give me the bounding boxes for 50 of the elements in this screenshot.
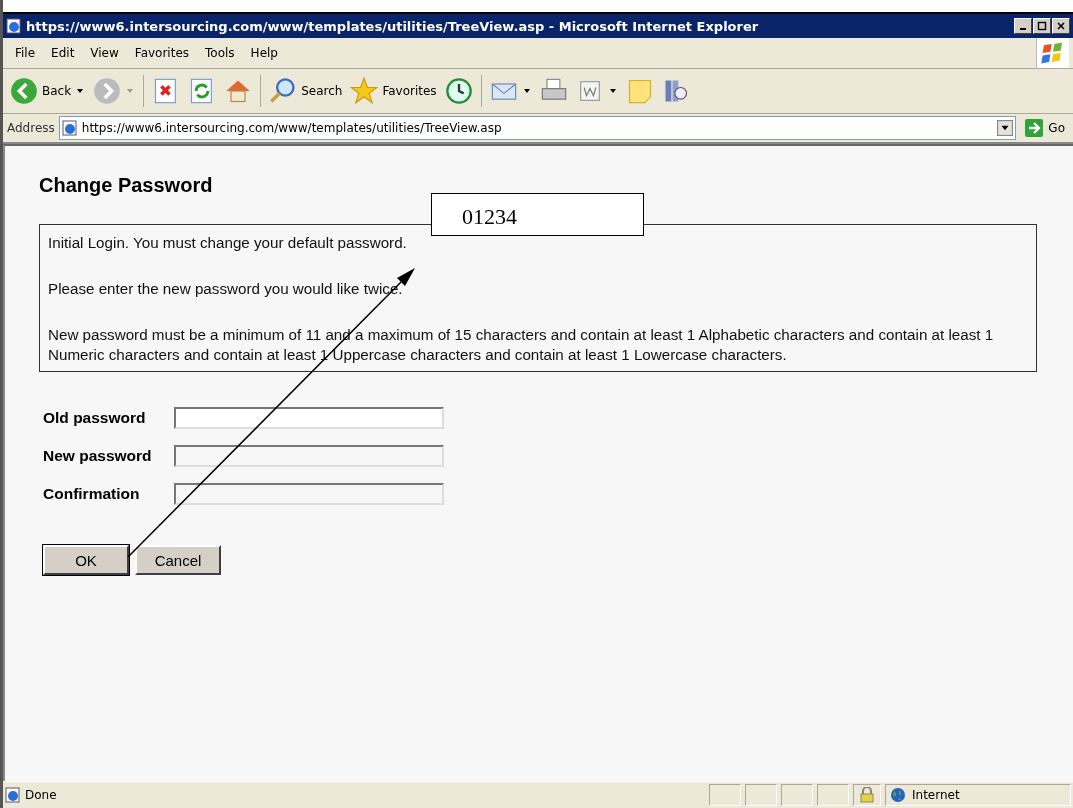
field-label: Old password	[43, 409, 147, 427]
address-field[interactable]: https://www6.intersourcing.com/www/templates/utilities/TreeView.asp	[58, 116, 1017, 140]
lock-icon	[860, 787, 874, 803]
field-label: New password	[43, 447, 153, 465]
toolbar-button[interactable]: Back	[7, 75, 75, 107]
caret-icon[interactable]	[76, 87, 85, 95]
address-label: Address	[7, 121, 55, 135]
status-panel	[781, 784, 813, 806]
menu-item[interactable]: Edit	[43, 46, 83, 60]
toolbar-button[interactable]: Search	[266, 75, 346, 107]
field-label: Confirmation	[43, 485, 141, 503]
caret-icon[interactable]	[522, 87, 531, 95]
page-icon	[61, 120, 78, 136]
go-button[interactable]: Go	[1020, 118, 1069, 138]
maximize-button[interactable]	[1033, 18, 1051, 34]
window-title: https://www6.intersourcing.com/www/templates/utilities/TreeView.asp - Microsoft Internet Explorer	[26, 18, 759, 34]
search-icon	[269, 77, 298, 105]
menu-item[interactable]: Tools	[197, 46, 243, 60]
clock-icon	[444, 77, 473, 105]
password-field[interactable]	[174, 445, 444, 467]
password-field[interactable]	[174, 407, 444, 429]
status-panel	[817, 784, 849, 806]
status-text: Done	[25, 788, 57, 802]
minimize-button[interactable]	[1014, 18, 1032, 34]
info-text: Initial Login. You must change your default password.	[48, 233, 408, 253]
status-panel	[745, 784, 777, 806]
form-button[interactable]: Cancel	[135, 545, 221, 575]
zone-text: Internet	[912, 788, 960, 802]
status-panel	[709, 784, 741, 806]
minimize-icon	[1020, 28, 1026, 30]
globe-icon	[890, 787, 906, 803]
password-field[interactable]	[174, 483, 444, 505]
menu-item[interactable]: Help	[242, 46, 286, 60]
page-heading: Change Password	[39, 174, 214, 197]
dropdown-caret-icon[interactable]	[997, 120, 1014, 136]
page-icon	[5, 787, 21, 803]
maximize-icon	[1037, 21, 1047, 31]
close-button[interactable]	[1052, 18, 1070, 34]
menu-item[interactable]: Favorites	[126, 46, 198, 60]
annotation-callout: 01234	[431, 193, 644, 236]
close-icon	[1056, 21, 1066, 31]
form-button[interactable]: OK	[43, 545, 129, 575]
caret-icon[interactable]	[608, 87, 617, 95]
globe-page-icon	[6, 18, 22, 34]
menu-item[interactable]: View	[82, 46, 127, 60]
windows-logo-icon	[1036, 38, 1069, 68]
toolbar-button[interactable]: Favorites	[347, 75, 440, 107]
info-text: New password must be a minimum of 11 and a maximum of 15 characters and contain at least 1 Alphabetic characters and contain at least 1 Numeric characters and contain at least 1 Uppercase characters and contain at least 1 Lowercase characters.	[48, 325, 995, 365]
menu-item[interactable]: File	[7, 46, 44, 60]
star-icon	[350, 77, 379, 105]
